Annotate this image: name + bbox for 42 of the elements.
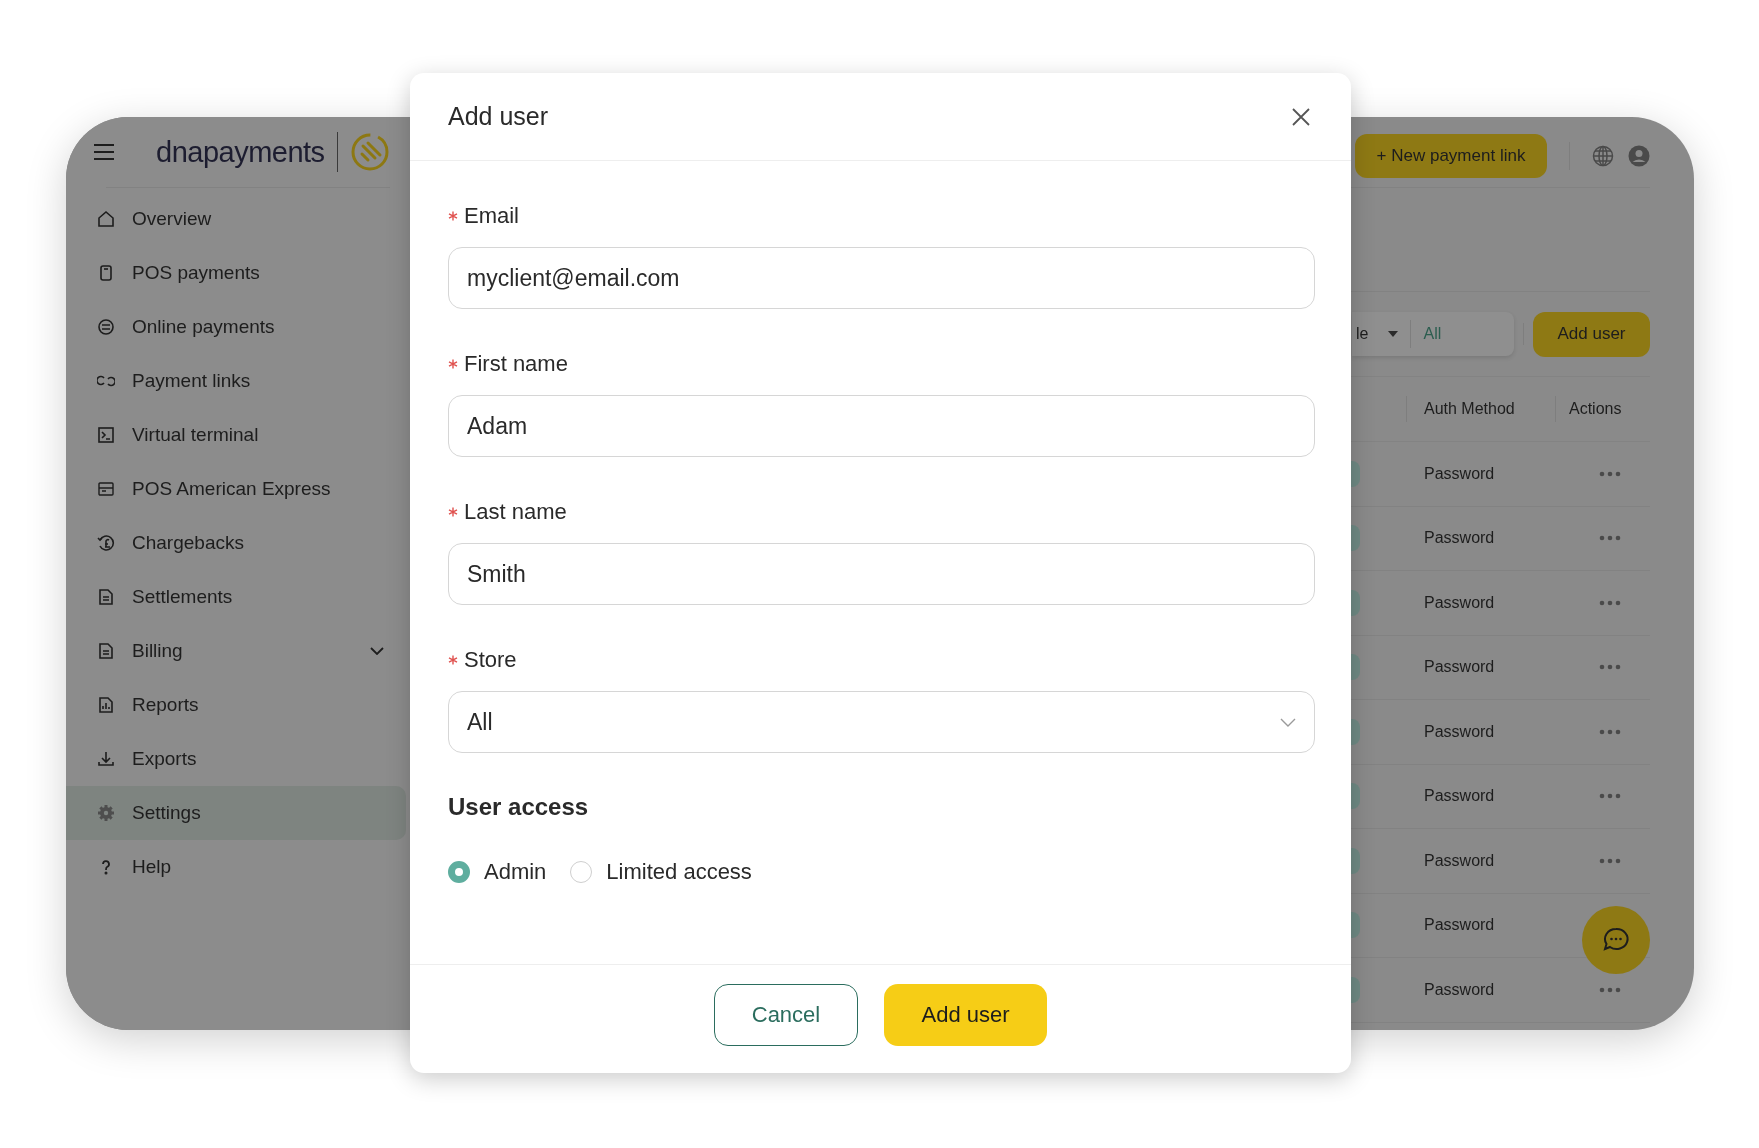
- field-label: First name: [464, 351, 568, 377]
- sidebar-item[interactable]: Overview: [66, 192, 406, 246]
- table-cell-text: Password: [1424, 980, 1496, 999]
- sidebar-item[interactable]: Online payments: [66, 300, 406, 354]
- table-cell-text: Password: [1424, 722, 1496, 741]
- sidebar-item[interactable]: Settlements: [66, 570, 406, 624]
- radio-option[interactable]: Admin: [448, 859, 547, 885]
- sidebar-item[interactable]: POS payments: [66, 246, 406, 300]
- add-user-button[interactable]: Add user: [1533, 311, 1650, 357]
- table-cell-text: Password: [1424, 851, 1496, 870]
- column-header: Actions: [1569, 400, 1622, 418]
- table-cell-text: Password: [1424, 658, 1496, 677]
- brand-logo-text: dnapayments: [156, 135, 325, 169]
- input-field[interactable]: Smith: [448, 543, 1315, 605]
- filter-dropdown[interactable]: le All: [1352, 312, 1514, 356]
- store-select[interactable]: All: [448, 691, 1315, 753]
- cancel-button[interactable]: Cancel: [714, 984, 858, 1046]
- field-label: Last name: [464, 499, 567, 525]
- input-field[interactable]: Adam: [448, 395, 1315, 457]
- table-cell-text: Password: [1424, 787, 1496, 806]
- field-label: Email: [464, 203, 519, 229]
- sidebar-item[interactable]: Reports: [66, 678, 406, 732]
- table-cell-text: Password: [1424, 529, 1496, 548]
- field-label: Store: [464, 647, 517, 673]
- column-header: Auth Method: [1424, 400, 1516, 418]
- sidebar-item[interactable]: Payment links: [66, 354, 406, 408]
- sidebar-item[interactable]: Settings: [66, 786, 406, 840]
- table-cell-text: Password: [1424, 593, 1496, 612]
- sidebar-item[interactable]: Virtual terminal: [66, 408, 406, 462]
- sidebar-item[interactable]: Chargebacks: [66, 516, 406, 570]
- sidebar-item[interactable]: POS American Express: [66, 462, 406, 516]
- add-user-button[interactable]: Add user: [884, 984, 1047, 1046]
- table-cell-text: Password: [1424, 916, 1496, 935]
- sidebar-item[interactable]: Exports: [66, 732, 406, 786]
- section-heading: User access: [448, 793, 590, 821]
- radio-option[interactable]: Limited access: [570, 859, 752, 885]
- new-payment-link-button[interactable]: + New payment link: [1355, 134, 1547, 178]
- sidebar-item[interactable]: Billing: [66, 624, 406, 678]
- dialog-title: Add user: [448, 102, 549, 131]
- input-field[interactable]: myclient@email.com: [448, 247, 1315, 309]
- sidebar-item[interactable]: Help: [66, 840, 406, 894]
- table-cell-text: Password: [1424, 464, 1496, 483]
